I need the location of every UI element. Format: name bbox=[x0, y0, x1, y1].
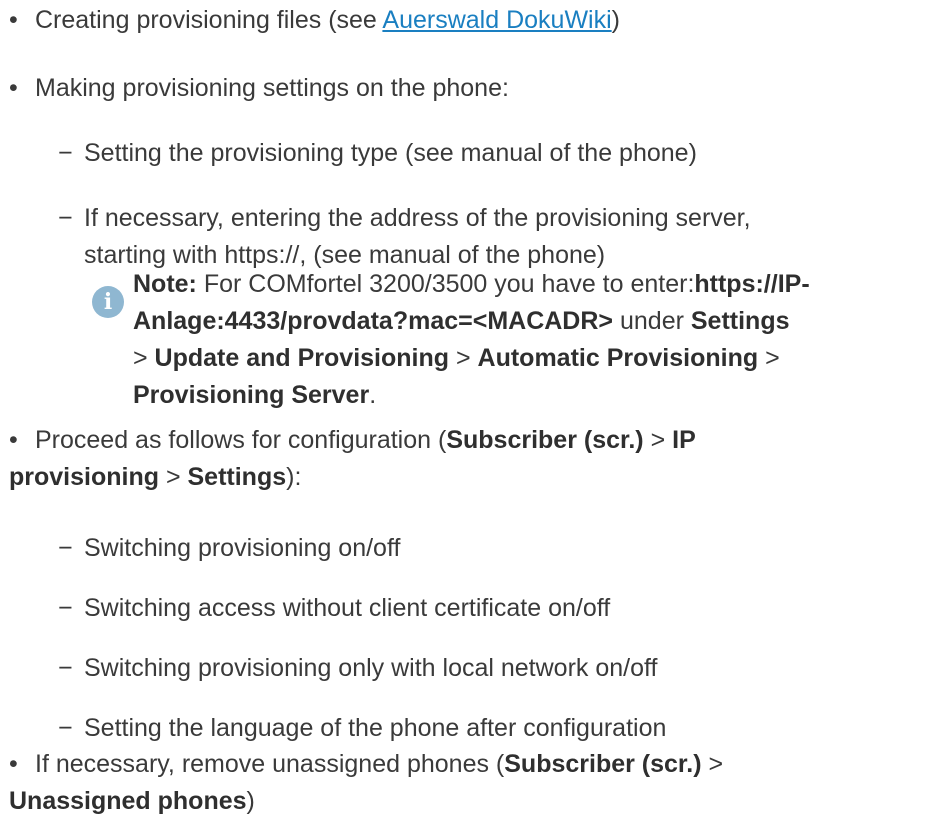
bullet: • bbox=[9, 74, 18, 102]
info-icon: i bbox=[92, 286, 124, 318]
sub-item-local-network: Switching provisioning only with local n… bbox=[84, 654, 658, 682]
note-line1: Note: For COMfortel 3200/3500 you have t… bbox=[133, 270, 810, 298]
dash: − bbox=[58, 594, 73, 622]
list-item-configuration-line1: Proceed as follows for configuration (Su… bbox=[35, 426, 696, 454]
note-line2: Anlage:4433/provdata?mac=<MACADR> under … bbox=[133, 307, 790, 335]
list-item-unassigned-line1: If necessary, remove unassigned phones (… bbox=[35, 750, 724, 778]
note-line3: > Update and Provisioning > Automatic Pr… bbox=[133, 344, 780, 372]
dash: − bbox=[58, 714, 73, 742]
item-text: Creating provisioning files (see bbox=[35, 6, 383, 34]
dokuwiki-link[interactable]: Auerswald DokuWiki bbox=[382, 6, 611, 34]
list-item-phone-settings: Making provisioning settings on the phon… bbox=[35, 74, 509, 102]
list-item-provisioning-files: Creating provisioning files (see Auerswa… bbox=[35, 2, 620, 38]
dash: − bbox=[58, 654, 73, 682]
sub-item-provisioning-type: Setting the provisioning type (see manua… bbox=[84, 139, 697, 167]
bullet: • bbox=[9, 6, 18, 34]
sub-item-server-address-line1: If necessary, entering the address of th… bbox=[84, 204, 751, 232]
dash: − bbox=[58, 534, 73, 562]
dash: − bbox=[58, 139, 73, 167]
dash: − bbox=[58, 204, 73, 232]
sub-item-provisioning-onoff: Switching provisioning on/off bbox=[84, 534, 401, 562]
item-text-end: ) bbox=[611, 6, 620, 34]
note-label: Note: bbox=[133, 270, 197, 298]
list-item-unassigned-line2: Unassigned phones) bbox=[9, 787, 255, 815]
bullet: • bbox=[9, 750, 18, 778]
bullet: • bbox=[9, 426, 18, 454]
sub-item-language: Setting the language of the phone after … bbox=[84, 714, 667, 742]
note-line4: Provisioning Server. bbox=[133, 381, 377, 409]
list-item-configuration-line2: provisioning > Settings): bbox=[9, 463, 302, 491]
sub-item-client-certificate: Switching access without client certific… bbox=[84, 594, 611, 622]
